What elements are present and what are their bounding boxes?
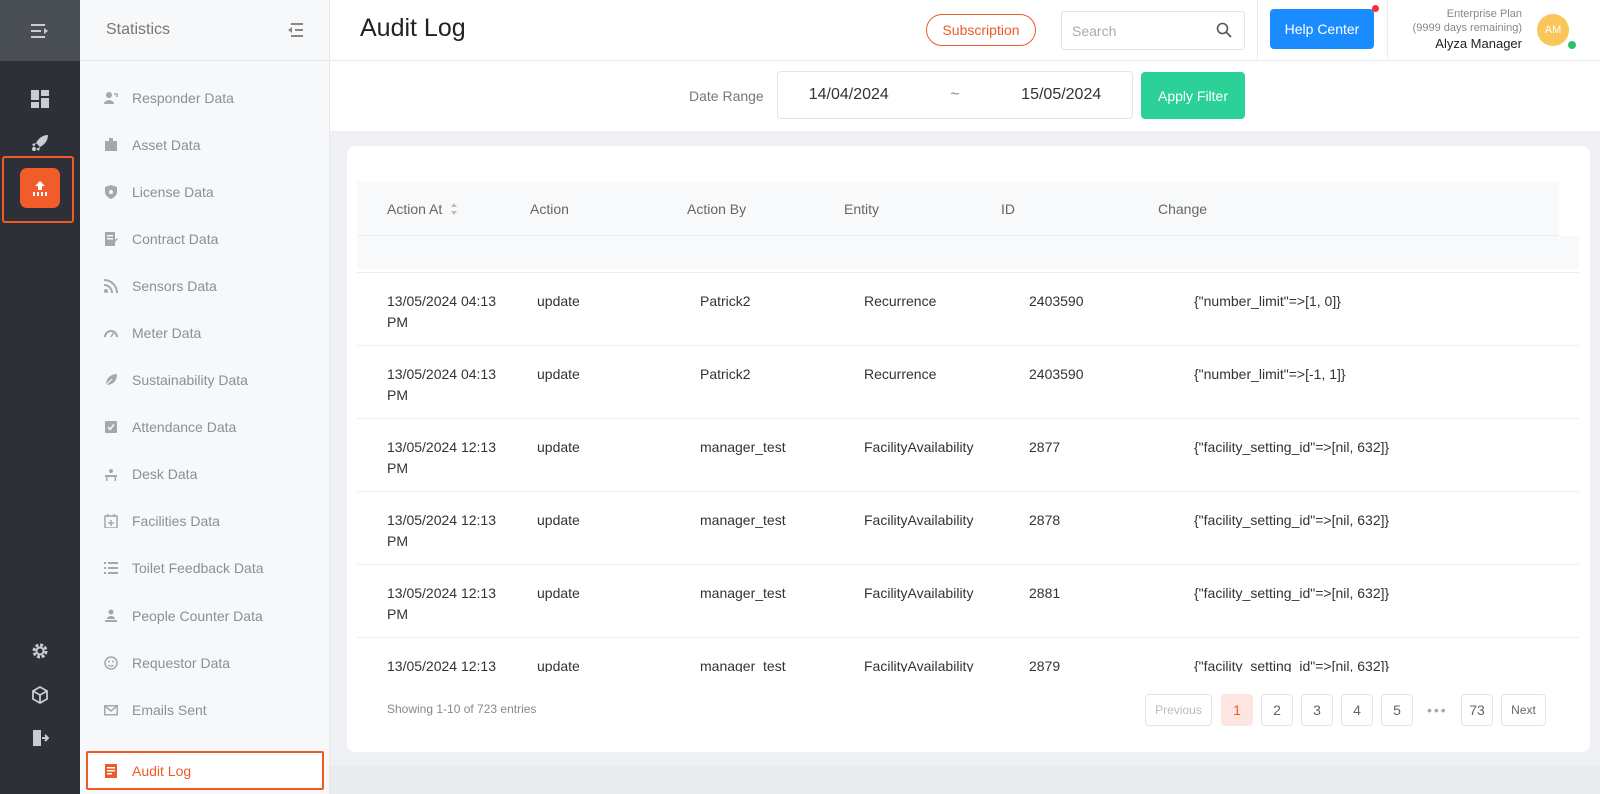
list-icon	[104, 562, 118, 574]
rail-settings[interactable]	[0, 631, 80, 671]
people-icon	[105, 609, 117, 622]
mail-icon	[104, 705, 118, 716]
page-ellipsis[interactable]: •••	[1427, 694, 1448, 726]
table-body: 13/05/2024 04:13 PM update Patrick2 Recur…	[357, 272, 1579, 672]
page-button-4[interactable]: 4	[1341, 694, 1373, 726]
rail-logout[interactable]	[0, 718, 80, 758]
plan-info: Enterprise Plan (9999 days remaining) Al…	[1413, 7, 1522, 53]
table-row[interactable]: 13/05/2024 12:13PM update manager_test F…	[357, 418, 1579, 492]
header-divider	[1257, 0, 1258, 61]
rocket-icon	[32, 135, 48, 151]
menu-item-responder-data[interactable]: Responder Data	[80, 78, 330, 118]
table-spacer	[357, 236, 1579, 269]
rail-modules[interactable]	[0, 675, 80, 715]
logout-icon	[33, 730, 49, 746]
gauge-icon	[104, 330, 118, 338]
submenu-title: Statistics	[106, 21, 171, 38]
search-box	[1061, 11, 1245, 50]
column-entity: Entity	[844, 201, 880, 217]
menu-item-emails-sent[interactable]: Emails Sent	[80, 690, 330, 730]
collapse-menu-icon[interactable]	[287, 23, 303, 37]
menu-item-audit-log[interactable]: Audit Log	[80, 751, 330, 791]
menu-item-attendance-data[interactable]: Attendance Data	[80, 407, 330, 447]
column-action: Action	[530, 201, 569, 217]
column-change: Change	[1158, 201, 1208, 217]
entries-summary: Showing 1-10 of 723 entries	[387, 702, 537, 716]
desk-icon	[105, 469, 117, 481]
table-row[interactable]: 13/05/2024 04:13 PM update Patrick2 Recur…	[357, 272, 1579, 346]
sort-icon[interactable]	[450, 202, 458, 216]
previous-page-button[interactable]: Previous	[1145, 694, 1212, 726]
dashboard-icon	[31, 90, 49, 108]
asset-icon	[105, 138, 117, 151]
menu-item-license-data[interactable]: License Data	[80, 172, 330, 212]
table-row[interactable]: 13/05/2024 12:13PM update manager_test F…	[357, 637, 1579, 672]
audit-log-card: Action At Action Action By Entity ID Cha…	[347, 146, 1590, 752]
user-name: Alyza Manager	[1435, 36, 1522, 51]
start-date[interactable]: 14/04/2024	[809, 86, 889, 104]
leaf-icon	[104, 374, 117, 387]
expand-rail-button[interactable]	[0, 0, 80, 61]
menu-item-asset-data[interactable]: Asset Data	[80, 125, 330, 165]
submenu-header: Statistics	[80, 0, 329, 61]
date-separator: ~	[950, 86, 960, 103]
page-button-5[interactable]: 5	[1381, 694, 1413, 726]
table-row[interactable]: 13/05/2024 04:13 PM update Patrick2 Recur…	[357, 345, 1579, 419]
page-button-3[interactable]: 3	[1301, 694, 1333, 726]
menu-item-sustainability-data[interactable]: Sustainability Data	[80, 360, 330, 400]
rail-statistics[interactable]	[20, 168, 60, 208]
next-page-button[interactable]: Next	[1501, 694, 1546, 726]
calendar-icon	[104, 514, 118, 528]
plan-days-remaining: (9999 days remaining)	[1412, 22, 1522, 34]
bottom-shade	[330, 766, 1600, 794]
menu-item-contract-data[interactable]: Contract Data	[80, 219, 330, 259]
apply-filter-button[interactable]: Apply Filter	[1141, 72, 1245, 119]
online-status-dot	[1567, 40, 1577, 50]
menu-expand-icon	[31, 23, 48, 38]
search-icon[interactable]	[1216, 22, 1232, 38]
page-button-last[interactable]: 73	[1461, 694, 1493, 726]
end-date[interactable]: 15/05/2024	[1021, 86, 1101, 104]
menu-item-sensors-data[interactable]: Sensors Data	[80, 266, 330, 306]
page-title: Audit Log	[360, 14, 466, 42]
header-divider	[1387, 0, 1388, 61]
contract-icon	[105, 232, 118, 246]
column-id: ID	[1001, 201, 1015, 217]
top-header: Audit Log Subscription Help Center Enter…	[330, 0, 1600, 61]
menu-item-requestor-data[interactable]: Requestor Data	[80, 643, 330, 683]
page-button-1[interactable]: 1	[1221, 694, 1253, 726]
menu-item-toilet-feedback-data[interactable]: Toilet Feedback Data	[80, 548, 330, 588]
menu-item-people-counter-data[interactable]: People Counter Data	[80, 596, 330, 636]
column-action-at[interactable]: Action At	[387, 201, 458, 217]
table-row[interactable]: 13/05/2024 12:13PM update manager_test F…	[357, 491, 1579, 565]
signal-icon	[104, 279, 118, 293]
icon-rail	[0, 0, 80, 794]
filter-bar: Date Range 14/04/2024 ~ 15/05/2024 Apply…	[330, 61, 1600, 131]
menu-item-desk-data[interactable]: Desk Data	[80, 454, 330, 494]
help-center-button[interactable]: Help Center	[1270, 9, 1374, 49]
upload-chart-icon	[33, 181, 47, 196]
table-header: Action At Action Action By Entity ID Cha…	[357, 182, 1559, 236]
page-button-2[interactable]: 2	[1261, 694, 1293, 726]
shield-icon	[105, 185, 117, 199]
date-range-picker[interactable]: 14/04/2024 ~ 15/05/2024	[777, 71, 1133, 119]
menu-item-facilities-data[interactable]: Facilities Data	[80, 501, 330, 541]
checkbox-icon	[105, 421, 117, 433]
plan-name: Enterprise Plan	[1446, 8, 1522, 20]
menu-item-meter-data[interactable]: Meter Data	[80, 313, 330, 353]
responder-icon	[104, 92, 118, 104]
rail-dashboard[interactable]	[0, 79, 80, 119]
table-row[interactable]: 13/05/2024 12:13PM update manager_test F…	[357, 564, 1579, 638]
column-action-by: Action By	[687, 201, 747, 217]
document-icon	[105, 764, 117, 778]
gear-icon	[32, 643, 48, 659]
cube-icon	[32, 686, 48, 704]
statistics-submenu: Statistics Responder Data Asset Data Lic…	[80, 0, 330, 794]
date-range-label: Date Range	[689, 88, 764, 104]
avatar[interactable]: AM	[1537, 14, 1569, 46]
notification-dot	[1372, 5, 1379, 12]
smiley-icon	[104, 656, 118, 670]
subscription-button[interactable]: Subscription	[926, 14, 1036, 46]
search-input[interactable]	[1072, 22, 1212, 39]
